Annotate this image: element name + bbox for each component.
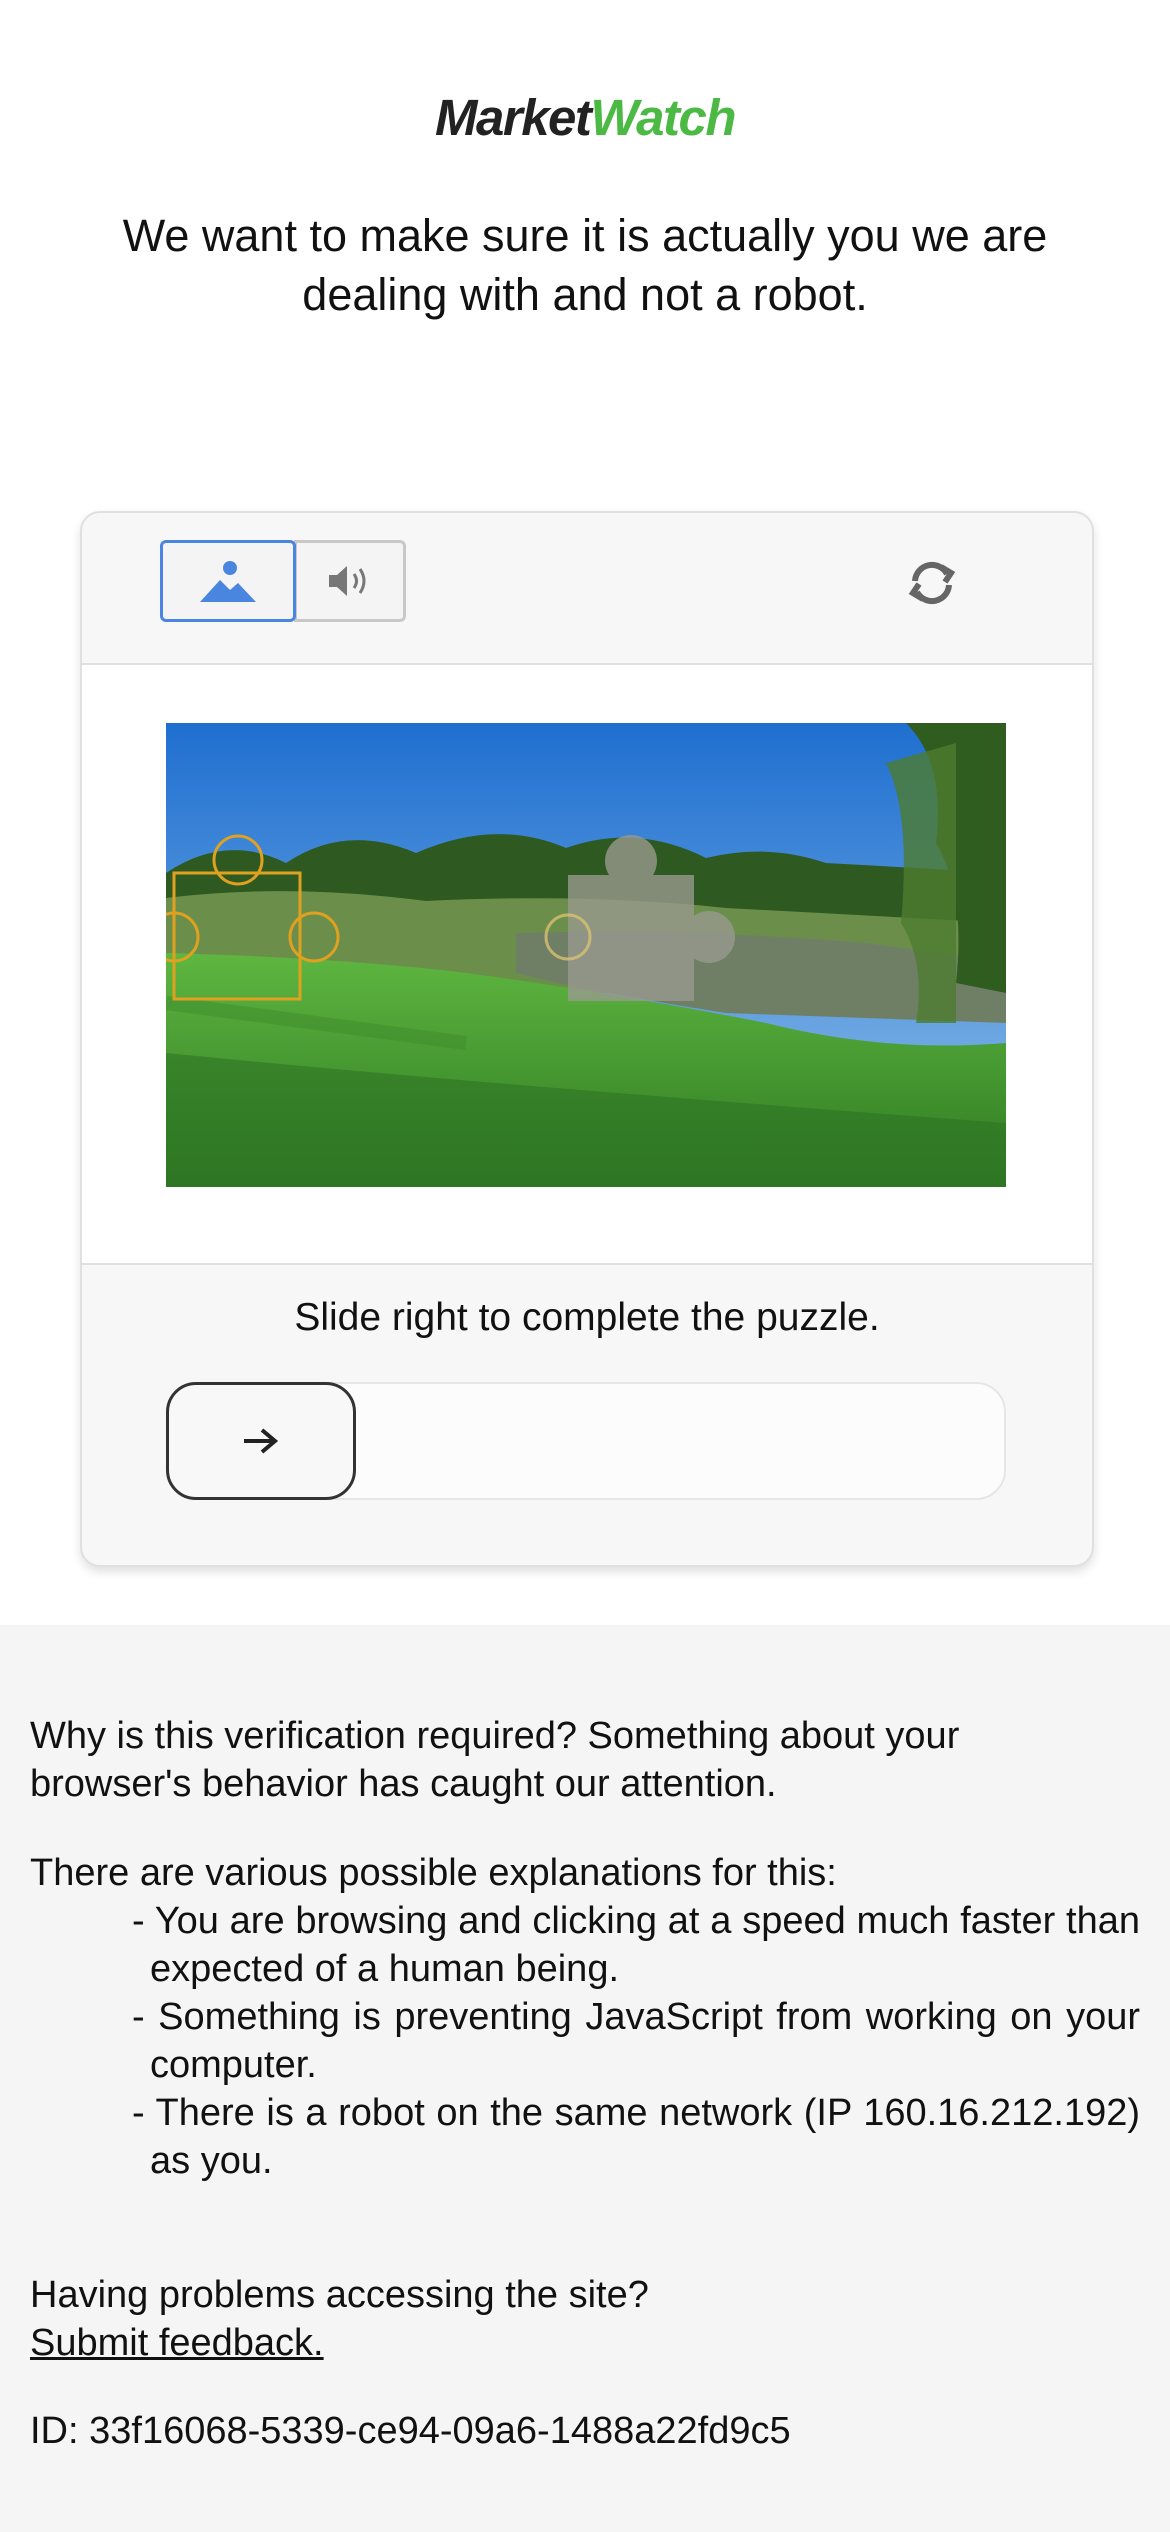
reason-item: - Something is preventing JavaScript fro… [132,1996,1140,2086]
speaker-icon [329,566,366,596]
image-challenge-tab[interactable] [160,540,296,622]
captcha-card: Slide right to complete the puzzle. [80,511,1094,1567]
slider-handle[interactable] [166,1382,356,1500]
refresh-icon [908,562,956,604]
puzzle-background-image [166,723,1006,1187]
reason-item: - You are browsing and clicking at a spe… [132,1900,1140,1990]
why-line-2: browser's behavior has caught our attent… [30,1763,777,1805]
captcha-header [82,513,1092,665]
arrow-right-icon [244,1428,279,1454]
image-icon [200,561,256,602]
problems-text: Having problems accessing the site? [30,2274,649,2316]
refresh-button[interactable] [902,553,962,613]
why-line-1: Why is this verification required? Somet… [30,1715,960,1757]
audio-challenge-tab[interactable] [294,540,406,622]
marketwatch-logo: MarketWatch [0,88,1170,147]
captcha-image-area [82,665,1092,1265]
why-verification-text: Why is this verification required? Somet… [30,1712,1140,1808]
reason-item: - There is a robot on the same network (… [132,2092,1140,2182]
logo-text-watch: Watch [590,89,736,146]
slider-instruction: Slide right to complete the puzzle. [294,1296,880,1339]
explanations-intro: There are various possible explanations … [30,1852,837,1894]
submit-feedback-link[interactable]: Submit feedback. [30,2319,324,2367]
reasons-list: - You are browsing and clicking at a spe… [132,1897,1140,2185]
logo-text-market: Market [435,89,592,146]
page-headline: We want to make sure it is actually you … [122,210,1048,320]
info-section: Why is this verification required? Somet… [0,1625,1170,2532]
request-id: ID: 33f16068-5339-ce94-09a6-1488a22fd9c5 [30,2410,791,2452]
